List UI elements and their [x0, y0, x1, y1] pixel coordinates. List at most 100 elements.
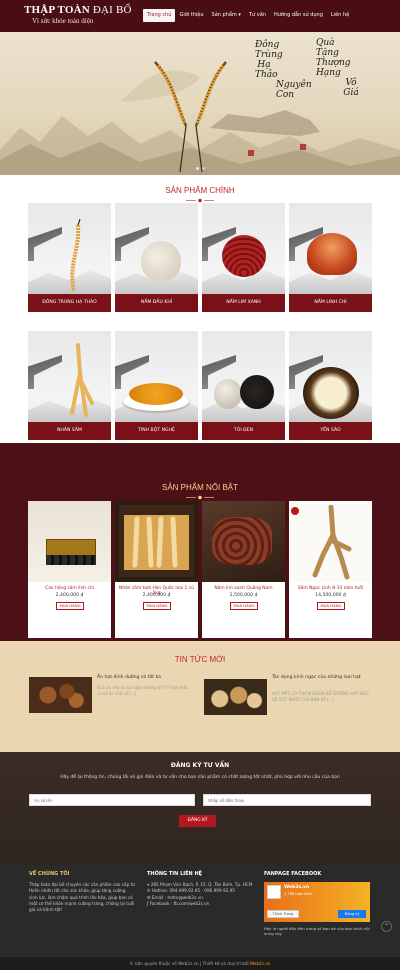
- main-products-title: SẢN PHẨM CHÍNH: [165, 186, 235, 195]
- fb-cta-button[interactable]: Đăng ký: [338, 910, 366, 918]
- register-submit-button[interactable]: ĐĂNG KÝ: [179, 815, 216, 827]
- logo-accent-text: ĐẠI BỔ: [89, 4, 132, 16]
- news-excerpt-2: HẠT MẮC CA THƠM NGON BỔ DƯỠNG HẠT BẢO VỆ…: [272, 691, 369, 702]
- lions-mane-image: [141, 241, 181, 281]
- name-input[interactable]: [29, 794, 195, 806]
- product-name[interactable]: Cao hồng sâm linh chi: [30, 586, 109, 591]
- contact-list: ⌖ 285 Phạm Văn Bạch, P. 15, Q. Tân Bình,…: [147, 882, 255, 907]
- ginseng-image: [70, 343, 94, 417]
- featured-card-1[interactable]: Cao hồng sâm linh chi 2,400,000 ₫ MUA HÀ…: [28, 501, 111, 638]
- back-to-top-button[interactable]: ⌃: [381, 921, 392, 932]
- slider-dot-1[interactable]: [196, 167, 199, 170]
- product-label: NẤM LINH CHI: [289, 294, 372, 312]
- register-description: Hãy để lại thông tin, chúng tôi sẽ gọi đ…: [60, 775, 340, 780]
- product-name[interactable]: Nấm lim xanh Quảng Nam: [204, 586, 283, 591]
- news-excerpt-1: Quả óc chó ăn có ngon không ai???? Hạt m…: [97, 685, 189, 696]
- facebook-item[interactable]: ƒ Facebook : fb.com/web2s.vn: [147, 901, 255, 907]
- featured-image-3: [202, 501, 285, 582]
- banner-illustration: [0, 61, 400, 175]
- lim-xanh-pile: [212, 517, 272, 565]
- phone-input[interactable]: [203, 794, 371, 806]
- copyright-text: © bản quyền thuộc về Web2s.vn | Thiết kế…: [129, 961, 250, 966]
- ginseng-box-image: [119, 505, 194, 577]
- footer: VỀ CHÚNG TÔI Thập toàn đại bổ chuyên các…: [0, 865, 400, 960]
- banner-calligraphy-right: Quà Tặng Thượng Hạng: [316, 38, 351, 78]
- black-garlic-image: [240, 375, 274, 409]
- banner-calligraphy-left: Đông Trùng Hạ Thảo: [255, 40, 283, 80]
- register-title: ĐĂNG KÝ TƯ VẤN: [170, 762, 230, 769]
- product-card-birds-nest[interactable]: YẾN SÀO: [289, 331, 372, 440]
- arrow-up-icon: ⌃: [383, 923, 390, 930]
- reishi-image: [307, 233, 357, 275]
- featured-title: SẢN PHẨM NỔI BẬT: [161, 483, 238, 492]
- banner-calligraphy-far: Vô Giá: [343, 78, 359, 98]
- nav-contact[interactable]: Liên hệ: [327, 9, 353, 22]
- logo-main-text: THẬP TOÀN: [24, 4, 90, 16]
- main-nav: Trang chủ Giới thiệu Sản phẩm ▾ Tư vấn H…: [143, 9, 353, 22]
- nav-guide[interactable]: Hướng dẫn sử dụng: [270, 9, 327, 22]
- product-label: TỎI ĐEN: [202, 422, 285, 440]
- product-price: 14,500,000 ₫: [315, 593, 346, 598]
- brand-badge-icon: [291, 507, 299, 515]
- fanpage-heading: FANPAGE FACEBOOK: [264, 871, 322, 877]
- product-card-ginseng[interactable]: NHÂN SÂM: [28, 331, 111, 440]
- lim-xanh-image: [222, 235, 266, 277]
- nav-consult[interactable]: Tư vấn: [245, 9, 270, 22]
- site-logo[interactable]: THẬP TOÀN ĐẠI BỔ: [24, 4, 132, 16]
- nav-home[interactable]: Trang chủ: [143, 9, 176, 22]
- buy-button[interactable]: MUA HÀNG: [143, 602, 171, 610]
- news-image-1[interactable]: [29, 677, 92, 713]
- banner-calligraphy-mid: Nguyên Con: [276, 80, 312, 100]
- garlic-image: [214, 379, 242, 409]
- buy-button[interactable]: MUA HÀNG: [317, 602, 345, 610]
- buy-button[interactable]: MUA HÀNG: [56, 602, 84, 610]
- turmeric-powder-image: [129, 383, 183, 405]
- nav-products[interactable]: Sản phẩm ▾: [208, 9, 245, 22]
- hero-banner[interactable]: Đông Trùng Hạ Thảo Nguyên Con Quà Tặng T…: [0, 32, 400, 175]
- product-card-cordyceps[interactable]: ĐÔNG TRÙNG HẠ THẢO: [28, 203, 111, 312]
- product-label: YẾN SÀO: [289, 422, 372, 440]
- cordyceps-image: [70, 219, 81, 292]
- fb-page-name[interactable]: Web2s.vn: [284, 885, 309, 890]
- product-label: TINH BỘT NGHỆ: [115, 422, 198, 440]
- featured-image-2: [115, 501, 198, 582]
- contact-heading: THÔNG TIN LIÊN HỆ: [147, 871, 203, 877]
- product-name[interactable]: Sâm Ngọc Linh 8-10 năm tuổi: [291, 586, 370, 591]
- header: THẬP TOÀN ĐẠI BỔ Vì sức khỏe toàn diện T…: [0, 0, 400, 32]
- product-price: 2,400,000 ₫: [142, 593, 171, 598]
- ngoc-linh-ginseng-image: [312, 505, 352, 580]
- copyright-link[interactable]: Web2s.vn: [250, 961, 270, 966]
- fb-like-button[interactable]: Thích Trang: [267, 910, 299, 918]
- news-image-2[interactable]: [204, 679, 267, 715]
- title-divider: [186, 495, 214, 500]
- featured-card-2[interactable]: Nhân sâm tươi Hàn Quốc loại 1 củ 1kg 2,4…: [115, 501, 198, 638]
- featured-card-3[interactable]: Nấm lim xanh Quảng Nam 2,500,000 ₫ MUA H…: [202, 501, 285, 638]
- birds-nest-image: [303, 367, 359, 419]
- about-text: Thập toàn đại bổ chuyên các sản phẩm cao…: [29, 882, 135, 913]
- product-card-lim-xanh[interactable]: NẤM LIM XANH: [202, 203, 285, 312]
- news-title-2[interactable]: Tác dụng kinh ngạc của những loại hạt: [272, 675, 370, 681]
- fb-caption: Hãy là người đầu tiên trong số bạn bè củ…: [264, 926, 370, 937]
- featured-card-4[interactable]: Sâm Ngọc Linh 8-10 năm tuổi 14,500,000 ₫…: [289, 501, 372, 638]
- slider-dot-2[interactable]: [202, 167, 205, 170]
- news-title: TIN TỨC MỚI: [174, 655, 226, 664]
- product-card-reishi[interactable]: NẤM LINH CHI: [289, 203, 372, 312]
- product-label: NẤM LIM XANH: [202, 294, 285, 312]
- product-label: NHÂN SÂM: [28, 422, 111, 440]
- product-card-turmeric[interactable]: TINH BỘT NGHỆ: [115, 331, 198, 440]
- about-heading: VỀ CHÚNG TÔI: [29, 871, 70, 877]
- featured-image-4: [289, 501, 372, 582]
- product-card-black-garlic[interactable]: TỎI ĐEN: [202, 331, 285, 440]
- nav-about[interactable]: Giới thiệu: [175, 9, 207, 22]
- news-title-1[interactable]: Ăn hạt dinh dưỡng có tốt ko: [97, 675, 187, 681]
- register-section: ĐĂNG KÝ TƯ VẤN Hãy để lại thông tin, chú…: [0, 752, 400, 865]
- product-card-lions-mane[interactable]: NẤM ĐẦU KHỈ: [115, 203, 198, 312]
- product-label: NẤM ĐẦU KHỈ: [115, 294, 198, 312]
- facebook-page-widget[interactable]: Web2s.vn 2,766 lượt thích Thích Trang Đă…: [264, 882, 370, 922]
- fb-page-avatar: [267, 885, 281, 899]
- site-tagline: Vì sức khỏe toàn diện: [32, 17, 94, 25]
- buy-button[interactable]: MUA HÀNG: [230, 602, 258, 610]
- copyright-bar: © bản quyền thuộc về Web2s.vn | Thiết kế…: [0, 957, 400, 970]
- product-label: ĐÔNG TRÙNG HẠ THẢO: [28, 294, 111, 312]
- jar-row: [46, 555, 96, 565]
